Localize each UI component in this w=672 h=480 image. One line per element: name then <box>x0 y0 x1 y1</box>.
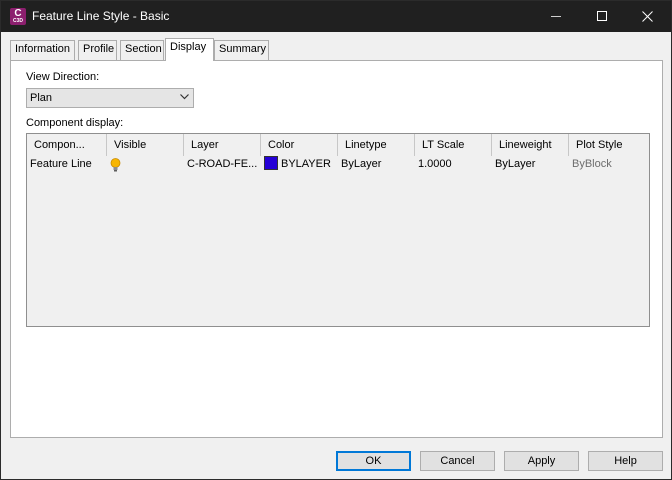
cell-linetype[interactable]: ByLayer <box>338 156 415 174</box>
close-button[interactable] <box>625 1 671 32</box>
chevron-down-icon <box>180 94 189 100</box>
cell-lt-scale[interactable]: 1.0000 <box>415 156 492 174</box>
column-header-layer[interactable]: Layer <box>184 134 261 156</box>
window-title: Feature Line Style - Basic <box>32 9 170 23</box>
dialog-window: C C3D Feature Line Style - Basic Informa… <box>0 0 672 480</box>
cell-visible[interactable] <box>107 156 184 174</box>
maximize-button[interactable] <box>579 1 625 32</box>
column-header-linetype[interactable]: Linetype <box>338 134 415 156</box>
cell-color[interactable]: BYLAYER <box>261 156 338 174</box>
tab-information[interactable]: Information <box>10 40 75 60</box>
tab-profile[interactable]: Profile <box>78 40 117 60</box>
cell-lineweight[interactable]: ByLayer <box>492 156 569 174</box>
grid-header: Compon... Visible Layer Color Linetype L… <box>27 134 649 156</box>
view-direction-dropdown[interactable]: Plan <box>26 88 194 108</box>
component-display-grid: Compon... Visible Layer Color Linetype L… <box>26 133 650 327</box>
column-header-lt-scale[interactable]: LT Scale <box>415 134 492 156</box>
table-row[interactable]: Feature Line C-ROAD-FE... BYLAYER ByLaye… <box>27 156 649 174</box>
cell-layer[interactable]: C-ROAD-FE... <box>184 156 261 174</box>
cell-plot-style: ByBlock <box>572 158 612 170</box>
color-swatch <box>264 156 278 170</box>
title-bar[interactable]: C C3D Feature Line Style - Basic <box>1 1 671 32</box>
cancel-button[interactable]: Cancel <box>420 451 495 471</box>
column-header-color[interactable]: Color <box>261 134 338 156</box>
column-header-visible[interactable]: Visible <box>107 134 184 156</box>
view-direction-value: Plan <box>30 92 53 104</box>
column-header-component[interactable]: Compon... <box>27 134 107 156</box>
cell-color-label: BYLAYER <box>281 158 331 170</box>
ok-button[interactable]: OK <box>336 451 411 471</box>
column-header-plot-style[interactable]: Plot Style <box>569 134 649 156</box>
close-icon <box>642 11 653 22</box>
minimize-icon <box>551 16 561 17</box>
help-button[interactable]: Help <box>588 451 663 471</box>
maximize-icon <box>597 11 607 21</box>
tab-section[interactable]: Section <box>120 40 164 60</box>
apply-button[interactable]: Apply <box>504 451 579 471</box>
app-icon-version: C3D <box>12 18 23 24</box>
civil3d-app-icon: C C3D <box>10 8 26 25</box>
tab-display[interactable]: Display <box>165 38 214 61</box>
cell-component: Feature Line <box>30 158 92 170</box>
component-display-label: Component display: <box>26 117 124 129</box>
display-tab-panel: View Direction: Plan Component display: … <box>10 60 663 438</box>
lightbulb-on-icon <box>110 158 121 172</box>
view-direction-label: View Direction: <box>26 71 100 83</box>
minimize-button[interactable] <box>533 1 579 32</box>
column-header-lineweight[interactable]: Lineweight <box>492 134 569 156</box>
tab-summary[interactable]: Summary <box>214 40 269 60</box>
